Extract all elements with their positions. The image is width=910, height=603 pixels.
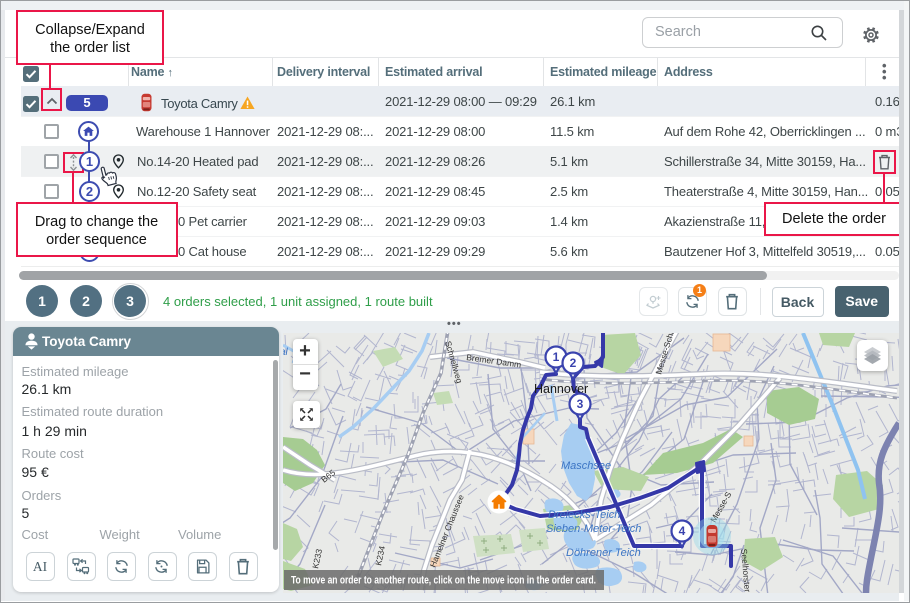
svg-text:1: 1 [553,350,560,364]
svg-text:al: al [283,347,289,358]
svg-text:To move an order to another ro: To move an order to another route, click… [291,575,596,587]
svg-text:4: 4 [679,524,686,538]
svg-text:Döhrener Teich: Döhrener Teich [566,547,641,559]
svg-text:3: 3 [577,397,584,411]
svg-text:Sieben-Meter-Teich: Sieben-Meter-Teich [546,523,641,535]
svg-text:Dreiecks-Teich: Dreiecks-Teich [548,509,620,521]
svg-text:2: 2 [570,356,577,370]
svg-text:Maschsee: Maschsee [561,460,611,472]
